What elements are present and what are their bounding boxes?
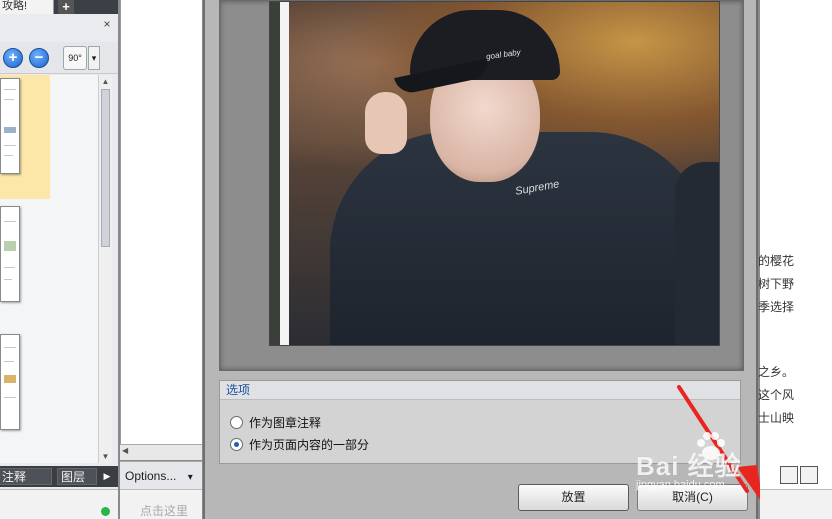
single-page-view-icon[interactable] bbox=[780, 466, 798, 484]
hand-shape bbox=[365, 92, 407, 154]
article-line: 之乡。 bbox=[758, 365, 795, 379]
radio-as-stamp-annotation[interactable]: 作为图章注释 bbox=[230, 413, 321, 431]
article-line: 的樱花 bbox=[758, 254, 795, 268]
page-thumbnail[interactable] bbox=[0, 334, 20, 430]
place-button[interactable]: 放置 bbox=[518, 484, 629, 511]
document-tab-strip: 攻略! + bbox=[0, 0, 118, 14]
baidu-watermark: Bai 经验 bbox=[636, 451, 742, 481]
scroll-left-icon[interactable]: ◀ bbox=[122, 446, 128, 455]
options-bar: Options... ▾ bbox=[120, 461, 202, 489]
radio-label: 作为页面内容的一部分 bbox=[249, 437, 370, 452]
article-line: 士山映 bbox=[758, 411, 795, 425]
article-line: 季选择 bbox=[758, 300, 795, 314]
options-dropdown[interactable]: Options... ▾ bbox=[123, 466, 199, 486]
page-thumbnail[interactable] bbox=[0, 78, 20, 174]
tab-comments[interactable]: 注释 bbox=[0, 468, 52, 485]
radio-button[interactable] bbox=[230, 415, 243, 429]
right-status-bar bbox=[760, 489, 832, 519]
options-group-title: 选项 bbox=[220, 381, 740, 400]
scroll-up-icon[interactable]: ▲ bbox=[99, 75, 112, 88]
horizontal-scrollbar[interactable]: ◀ bbox=[120, 444, 202, 460]
rotate-page-button[interactable]: 90° bbox=[63, 46, 87, 70]
navigation-pane: 攻略! + × + − 90° ▾ ▲ ▼ 注释 图层 ▶ bbox=[0, 0, 118, 519]
document-tab[interactable]: 攻略! bbox=[0, 0, 54, 14]
radio-as-page-content[interactable]: 作为页面内容的一部分 bbox=[230, 435, 369, 453]
zoom-out-button[interactable]: − bbox=[29, 48, 49, 68]
page-thumbnails bbox=[0, 75, 98, 463]
image-preview-frame: Supreme goal baby bbox=[219, 0, 744, 371]
close-icon[interactable]: × bbox=[101, 18, 113, 30]
image-preview: Supreme goal baby bbox=[269, 1, 720, 346]
two-page-view-icon[interactable] bbox=[800, 466, 818, 484]
article-line: 这个风 bbox=[758, 388, 795, 402]
document-page bbox=[120, 0, 202, 444]
scrollbar-thumb[interactable] bbox=[101, 89, 110, 247]
article-line: 树下野 bbox=[758, 277, 795, 291]
jacket-text: Supreme bbox=[514, 178, 561, 198]
rotate-dropdown-button[interactable]: ▾ bbox=[88, 46, 100, 70]
radio-button-checked[interactable] bbox=[230, 437, 243, 451]
tab-layers[interactable]: 图层 bbox=[57, 468, 97, 485]
pane-more-icon[interactable]: ▶ bbox=[100, 468, 114, 485]
status-hint: 点击这里 bbox=[140, 504, 189, 518]
baidu-watermark-url: jingyan.baidu.com bbox=[636, 479, 725, 491]
status-bar: 点击这里 bbox=[120, 489, 202, 519]
zoom-in-button[interactable]: + bbox=[3, 48, 23, 68]
left-status-bar bbox=[0, 489, 118, 519]
radio-label: 作为图章注释 bbox=[249, 415, 322, 430]
status-indicator-icon bbox=[101, 507, 110, 516]
place-image-dialog: Supreme goal baby 选项 作为图章注释 作为页面内容的一部分 放… bbox=[203, 0, 763, 519]
thumbnail-toolbar: + − 90° ▾ bbox=[0, 42, 118, 74]
scroll-down-icon[interactable]: ▼ bbox=[99, 450, 112, 463]
cap-text: goal baby bbox=[485, 47, 522, 62]
chevron-down-icon: ▾ bbox=[187, 472, 193, 483]
new-tab-button[interactable]: + bbox=[58, 0, 74, 14]
options-label: Options... bbox=[125, 469, 177, 483]
thumbnail-scrollbar[interactable]: ▲ ▼ bbox=[98, 75, 112, 463]
page-thumbnail[interactable] bbox=[0, 206, 20, 302]
pane-tab-bar: 注释 图层 ▶ bbox=[0, 466, 118, 487]
